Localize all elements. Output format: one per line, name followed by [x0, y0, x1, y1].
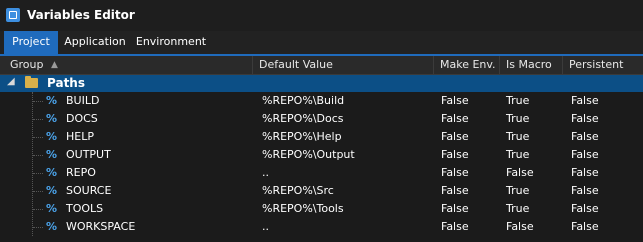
is-macro-cell[interactable]: False	[506, 164, 534, 182]
variable-row[interactable]: % HELP %REPO%\Help False True False	[0, 128, 643, 146]
column-header-default-value[interactable]: Default Value	[253, 56, 434, 74]
folder-icon	[25, 76, 38, 88]
tree-branch	[33, 119, 43, 121]
make-env-cell[interactable]: False	[441, 182, 469, 200]
variable-name[interactable]: SOURCE	[66, 182, 111, 200]
variable-row[interactable]: % OUTPUT %REPO%\Output False True False	[0, 146, 643, 164]
tree-branch	[33, 101, 43, 103]
is-macro-cell[interactable]: True	[506, 182, 529, 200]
make-env-cell[interactable]: False	[441, 218, 469, 236]
persistent-cell[interactable]: False	[571, 92, 599, 110]
variable-name[interactable]: REPO	[66, 164, 96, 182]
column-header-group[interactable]: Group ▲	[4, 56, 253, 74]
variable-icon: %	[46, 220, 58, 233]
default-value-cell[interactable]: %REPO%\Src	[262, 182, 334, 200]
tab-project[interactable]: Project	[4, 31, 58, 54]
variable-name[interactable]: HELP	[66, 128, 94, 146]
is-macro-cell[interactable]: False	[506, 218, 534, 236]
persistent-cell[interactable]: False	[571, 218, 599, 236]
variable-row[interactable]: % DOCS %REPO%\Docs False True False	[0, 110, 643, 128]
default-value-cell[interactable]: %REPO%\Help	[262, 128, 342, 146]
variable-icon: %	[46, 94, 58, 107]
tree-branch	[33, 191, 43, 193]
persistent-cell[interactable]: False	[571, 146, 599, 164]
persistent-cell[interactable]: False	[571, 164, 599, 182]
default-value-cell[interactable]: %REPO%\Output	[262, 146, 355, 164]
is-macro-cell[interactable]: True	[506, 200, 529, 218]
default-value-cell[interactable]: ..	[262, 164, 269, 182]
group-label: Paths	[47, 76, 85, 90]
is-macro-cell[interactable]: True	[506, 92, 529, 110]
variable-name[interactable]: WORKSPACE	[66, 218, 135, 236]
default-value-cell[interactable]: %REPO%\Tools	[262, 200, 344, 218]
persistent-cell[interactable]: False	[571, 200, 599, 218]
tab-bar: Project Application Environment	[0, 31, 643, 54]
tab-environment[interactable]: Environment	[132, 31, 210, 54]
variable-name[interactable]: DOCS	[66, 110, 98, 128]
column-header-make-env[interactable]: Make Env.	[434, 56, 500, 74]
variable-row[interactable]: % SOURCE %REPO%\Src False True False	[0, 182, 643, 200]
variable-name[interactable]: TOOLS	[66, 200, 103, 218]
persistent-cell[interactable]: False	[571, 182, 599, 200]
variable-icon: %	[46, 148, 58, 161]
variable-icon: %	[46, 202, 58, 215]
tree-branch	[33, 209, 43, 211]
column-header: Group ▲ Default Value Make Env. Is Macro…	[0, 56, 643, 75]
sort-ascending-icon: ▲	[51, 60, 58, 70]
app-icon	[6, 8, 20, 22]
tab-application[interactable]: Application	[60, 31, 130, 54]
group-row-paths[interactable]: ◢ Paths	[0, 75, 643, 92]
variable-row[interactable]: % BUILD %REPO%\Build False True False	[0, 92, 643, 110]
make-env-cell[interactable]: False	[441, 110, 469, 128]
variable-icon: %	[46, 112, 58, 125]
variables-grid: ◢ Paths % BUILD %REPO%\Build False True False…	[0, 75, 643, 242]
variable-icon: %	[46, 166, 58, 179]
variable-icon: %	[46, 184, 58, 197]
variable-name[interactable]: BUILD	[66, 92, 99, 110]
column-header-is-macro[interactable]: Is Macro	[500, 56, 563, 74]
make-env-cell[interactable]: False	[441, 92, 469, 110]
column-header-persistent[interactable]: Persistent	[563, 56, 643, 74]
variable-name[interactable]: OUTPUT	[66, 146, 111, 164]
is-macro-cell[interactable]: True	[506, 146, 529, 164]
make-env-cell[interactable]: False	[441, 164, 469, 182]
title-bar: Variables Editor	[0, 0, 643, 31]
variable-row[interactable]: % WORKSPACE.. False False False	[0, 218, 643, 236]
make-env-cell[interactable]: False	[441, 200, 469, 218]
tree-branch	[33, 137, 43, 139]
make-env-cell[interactable]: False	[441, 146, 469, 164]
default-value-cell[interactable]: %REPO%\Docs	[262, 110, 343, 128]
variable-icon: %	[46, 130, 58, 143]
is-macro-cell[interactable]: True	[506, 110, 529, 128]
variable-row[interactable]: % REPO.. False False False	[0, 164, 643, 182]
is-macro-cell[interactable]: True	[506, 128, 529, 146]
default-value-cell[interactable]: %REPO%\Build	[262, 92, 344, 110]
collapse-triangle-icon[interactable]: ◢	[7, 76, 15, 87]
column-header-group-label: Group	[10, 58, 44, 71]
window-title: Variables Editor	[27, 8, 135, 22]
persistent-cell[interactable]: False	[571, 128, 599, 146]
persistent-cell[interactable]: False	[571, 110, 599, 128]
tree-branch	[33, 173, 43, 175]
tree-branch	[33, 227, 43, 229]
variable-row[interactable]: % TOOLS %REPO%\Tools False True False	[0, 200, 643, 218]
make-env-cell[interactable]: False	[441, 128, 469, 146]
default-value-cell[interactable]: ..	[262, 218, 269, 236]
tree-branch	[33, 155, 43, 157]
